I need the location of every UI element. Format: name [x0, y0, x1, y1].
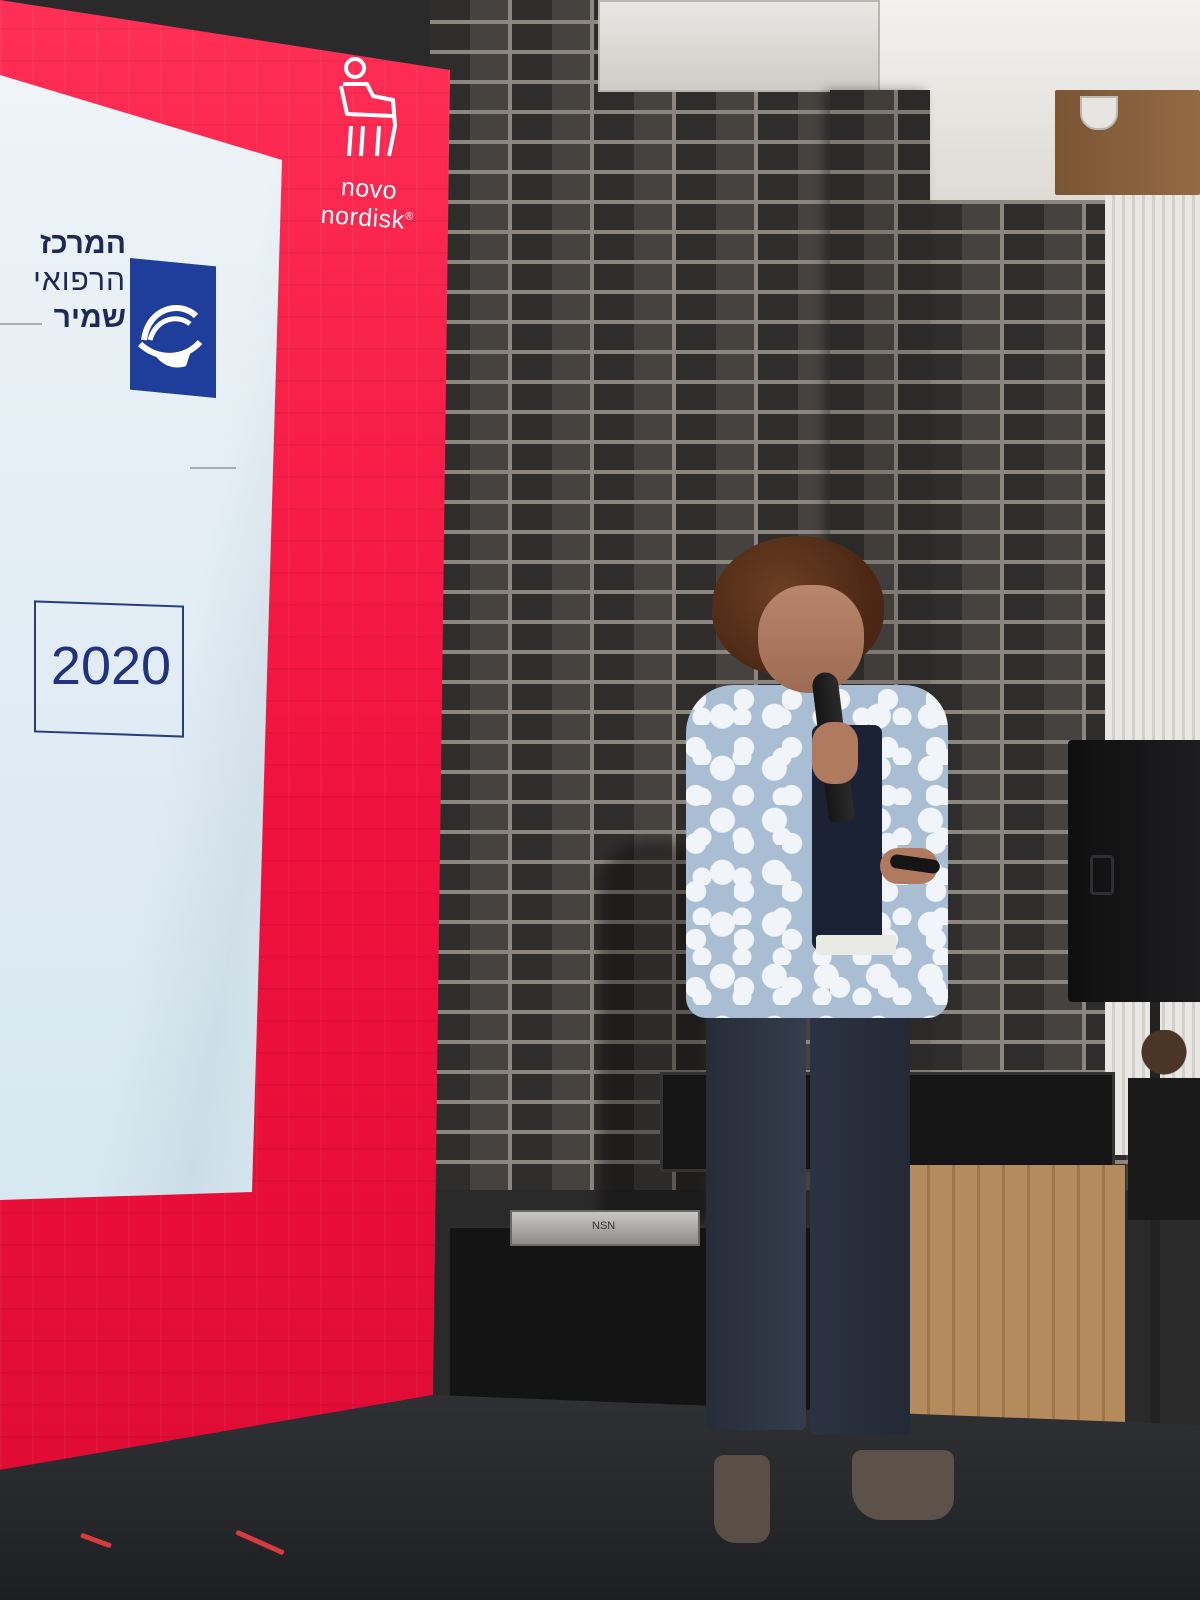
presenter-right-leg: [810, 960, 910, 1435]
presenter-left-boot: [714, 1455, 770, 1543]
presenter-hand-mic: [812, 722, 858, 784]
presenter: [0, 0, 1200, 1600]
presenter-left-leg: [706, 960, 806, 1430]
presenter-right-boot: [852, 1450, 954, 1520]
presenter-face: [758, 585, 864, 693]
presenter-belt: [816, 935, 896, 955]
event-stage-photo: המרכז הרפואי שמיר 2020 novo nordisk® NSN: [0, 0, 1200, 1600]
